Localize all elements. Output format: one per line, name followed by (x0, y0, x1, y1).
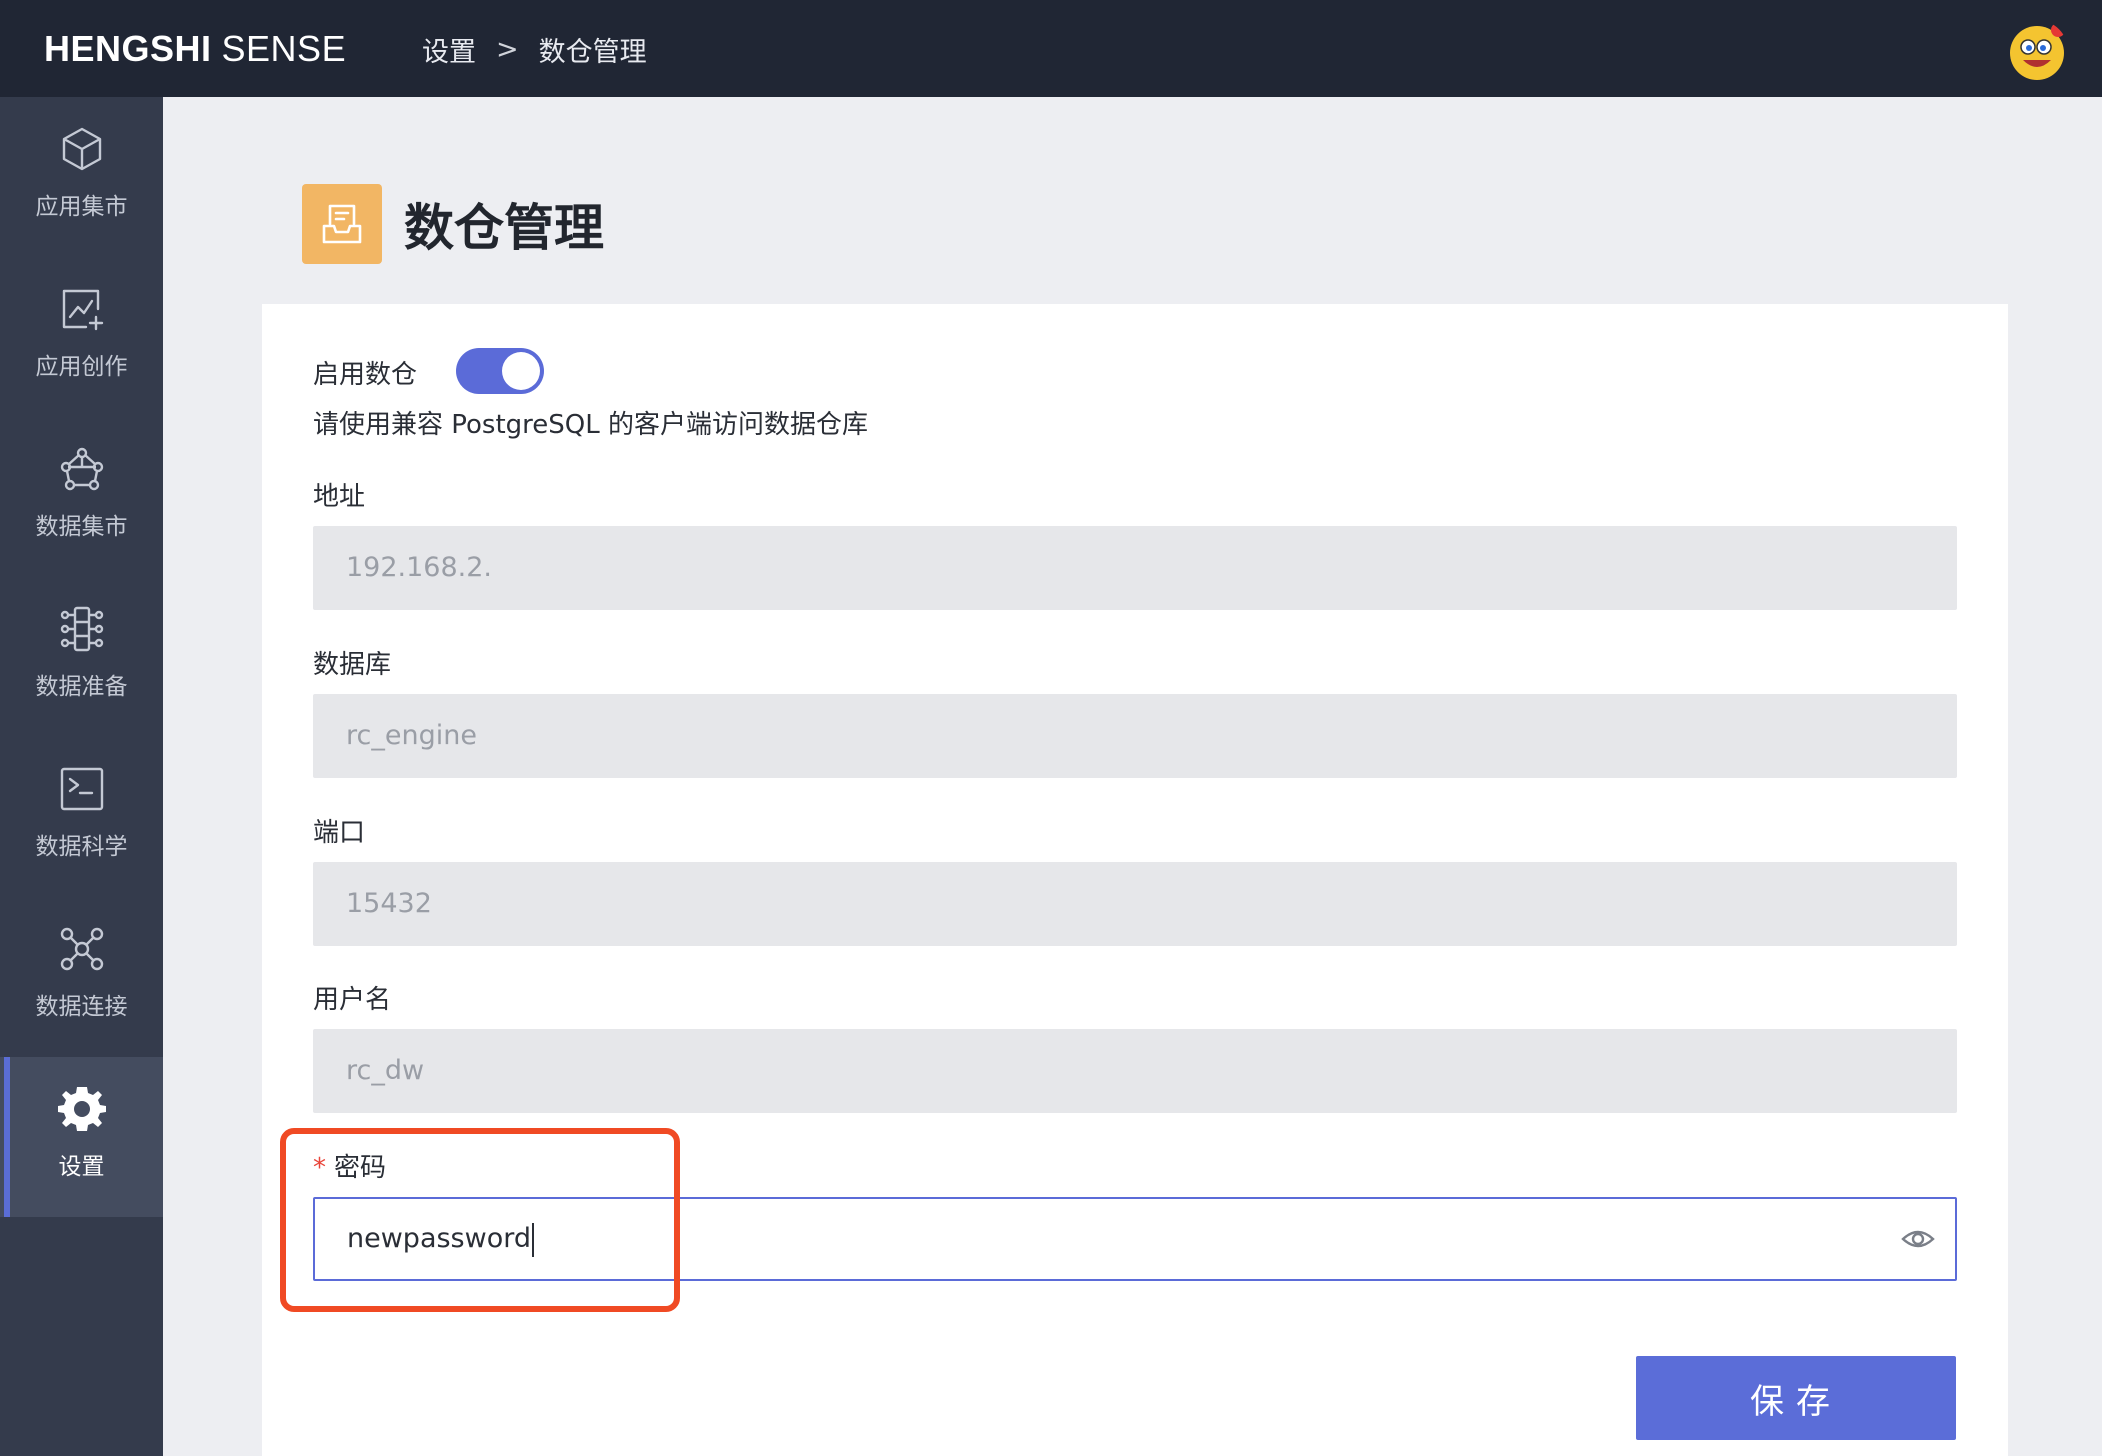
sidebar-item-label: 应用集市 (35, 194, 128, 220)
app-frame: HENGSHI SENSE 设置 > 数仓管理 应用集市 应用创作 数据集市 数… (0, 0, 2102, 1456)
port-field[interactable]: 15432 (313, 862, 1957, 946)
save-button[interactable]: 保存 (1636, 1356, 1956, 1440)
connection-icon (60, 927, 104, 971)
sidebar-item-data-market[interactable]: 数据集市 (0, 417, 163, 577)
breadcrumb: 设置 > 数仓管理 (422, 30, 647, 69)
breadcrumb-separator: > (496, 34, 519, 65)
title-icon-box (302, 184, 382, 264)
database-field[interactable]: rc_engine (313, 694, 1957, 778)
annotation-highlight-box (280, 1128, 680, 1312)
page-title: 数仓管理 (404, 199, 604, 257)
toggle-knob (502, 352, 540, 390)
address-label: 地址 (313, 482, 366, 512)
enable-toggle[interactable] (456, 348, 544, 394)
brand-logo[interactable]: HENGSHI SENSE (44, 28, 346, 70)
eye-icon[interactable] (1901, 1223, 1935, 1255)
sidebar-item-settings[interactable]: 设置 (0, 1057, 163, 1217)
enable-label: 启用数仓 (313, 360, 418, 390)
sidebar-item-label: 数据准备 (35, 674, 128, 700)
database-label: 数据库 (313, 650, 392, 680)
gear-icon (58, 1087, 106, 1131)
avatar[interactable] (2006, 20, 2068, 82)
sidebar-item-data-prep[interactable]: 数据准备 (0, 577, 163, 737)
brand-light: SENSE (221, 28, 347, 69)
sidebar-item-data-science[interactable]: 数据科学 (0, 737, 163, 897)
breadcrumb-current: 数仓管理 (538, 37, 647, 68)
description-text: 请使用兼容 PostgreSQL 的客户端访问数据仓库 (313, 410, 869, 440)
top-bar: HENGSHI SENSE 设置 > 数仓管理 (0, 0, 2102, 97)
sidebar-item-label: 应用创作 (35, 354, 128, 380)
sidebar-item-label: 数据集市 (35, 514, 128, 540)
sidebar-item-data-connect[interactable]: 数据连接 (0, 897, 163, 1057)
sidebar-item-app-create[interactable]: 应用创作 (0, 257, 163, 417)
username-field[interactable]: rc_dw (313, 1029, 1957, 1113)
sidebar-item-label: 数据科学 (35, 834, 128, 860)
pipeline-icon (60, 606, 104, 652)
sidebar-item-label: 数据连接 (35, 994, 128, 1020)
chart-edit-icon (62, 289, 104, 331)
sidebar-item-label: 设置 (58, 1154, 105, 1180)
sidebar: 应用集市 应用创作 数据集市 数据准备 数据科学 数据连接 设置 (0, 97, 163, 1456)
inbox-icon (322, 204, 362, 244)
network-hex-icon (60, 447, 104, 491)
brand-bold: HENGSHI (44, 28, 212, 69)
port-label: 端口 (313, 818, 366, 848)
address-field[interactable]: 192.168.2. (313, 526, 1957, 610)
page-header: 数仓管理 (302, 183, 604, 265)
cube-icon (62, 127, 102, 171)
breadcrumb-settings[interactable]: 设置 (422, 30, 476, 69)
sidebar-item-app-market[interactable]: 应用集市 (0, 97, 163, 257)
terminal-icon (60, 767, 104, 811)
username-label: 用户名 (313, 985, 392, 1015)
